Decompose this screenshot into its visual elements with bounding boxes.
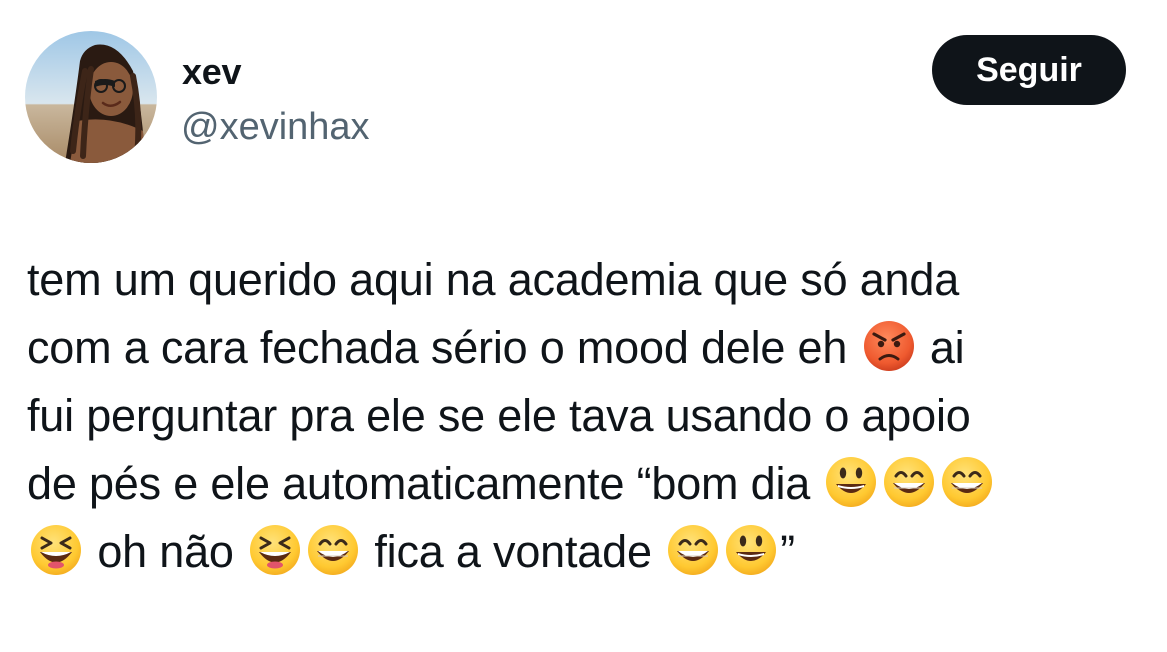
angry-face-icon [861, 319, 916, 373]
tweet-text-segment: ” [780, 526, 795, 577]
follow-button[interactable]: Seguir [932, 35, 1126, 105]
grinning-face-big-eyes-icon [824, 455, 878, 509]
tweet-line: fui perguntar pra ele se ele tava usando… [27, 382, 1147, 450]
tweet-text-segment: fui perguntar pra ele se ele tava usando… [27, 390, 971, 441]
beaming-face-smiling-eyes-icon [306, 523, 360, 577]
user-handle[interactable]: @xevinhax [181, 106, 370, 148]
avatar[interactable] [25, 31, 157, 163]
grinning-face-big-eyes-icon [724, 523, 778, 577]
tweet-line: de pés e ele automaticamente “bom dia [27, 450, 1147, 518]
tweet-text-segment: com a cara fechada sério o mood dele eh [27, 322, 848, 373]
tweet-text-segment: ai [929, 322, 965, 373]
tweet-line: oh não fica a vontade ” [27, 518, 1147, 586]
beaming-face-smiling-eyes-icon [940, 455, 994, 509]
grinning-squinting-face-icon [248, 523, 302, 577]
profile-photo-icon [25, 31, 157, 163]
tweet-card: xev @xevinhax Seguir tem um querido aqui… [0, 0, 1167, 652]
tweet-line: com a cara fechada sério o mood dele eh … [27, 314, 1147, 382]
beaming-face-smiling-eyes-icon [882, 455, 936, 509]
beaming-face-smiling-eyes-icon [666, 523, 720, 577]
grinning-squinting-face-icon [29, 523, 83, 577]
tweet-text-segment: tem um querido aqui na academia que só a… [27, 254, 960, 305]
tweet-line: tem um querido aqui na academia que só a… [27, 246, 1147, 314]
display-name[interactable]: xev [182, 52, 241, 92]
tweet-text-segment: oh não [97, 526, 234, 577]
tweet-text-segment: de pés e ele automaticamente “bom dia [27, 458, 811, 509]
tweet-text: tem um querido aqui na academia que só a… [27, 246, 1147, 586]
tweet-text-segment: fica a vontade [374, 526, 652, 577]
